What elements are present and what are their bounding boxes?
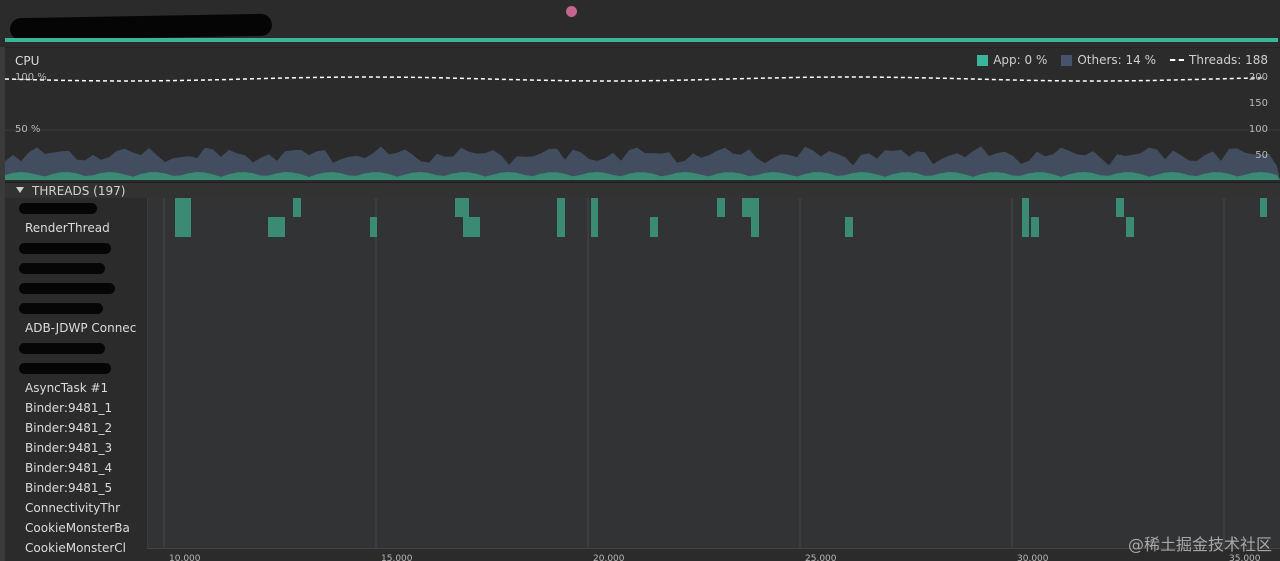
thread-activity-block (268, 217, 285, 237)
thread-activity-block (742, 198, 759, 217)
event-timeline-strip[interactable] (0, 0, 1280, 47)
thread-activity-block (175, 198, 191, 237)
thread-name[interactable]: ADB-JDWP Connec (25, 318, 136, 338)
threads-title: THREADS (197) (32, 184, 126, 198)
watermark: @稀土掘金技术社区 (1127, 535, 1272, 554)
time-tick-label: 35.000 (1229, 554, 1261, 561)
time-tick-label: 15.000 (381, 554, 413, 561)
redacted-thread-name (19, 283, 115, 294)
legend-threads-label: Threads: 188 (1189, 53, 1268, 67)
thread-activity-block (455, 198, 469, 217)
redacted-thread-name (19, 363, 111, 374)
thread-name[interactable]: ConnectivityThr (25, 498, 120, 518)
left-axis-label-100: 100 % (15, 72, 47, 83)
left-axis-label-50: 50 % (15, 124, 41, 135)
thread-name[interactable]: CookieMonsterBa (25, 518, 130, 538)
legend-others: Others: 14 % (1061, 53, 1156, 67)
redacted-thread-name (19, 243, 111, 254)
time-tick-label: 25.000 (805, 554, 837, 561)
thread-name[interactable]: Binder:9481_3 (25, 438, 112, 458)
threads-section-header[interactable]: THREADS (197) (5, 182, 1280, 198)
thread-activity-block (463, 217, 480, 237)
legend-app: App: 0 % (977, 53, 1047, 67)
thread-activity-block (370, 217, 377, 237)
thread-activity-block (1126, 217, 1134, 237)
legend-threads: Threads: 188 (1170, 53, 1268, 67)
thread-name-list[interactable]: RenderThread ADB-JDWP Connec AsyncTask #1 B… (5, 198, 147, 561)
thread-activity-block (557, 198, 565, 237)
cpu-title: CPU (15, 54, 40, 68)
thread-name[interactable]: AsyncTask #1 (25, 378, 108, 398)
right-axis-label-200: 200 (1248, 72, 1268, 83)
app-swatch-icon (977, 54, 989, 66)
cpu-usage-graph (5, 76, 1280, 180)
thread-name[interactable]: Binder:9481_2 (25, 418, 112, 438)
legend-app-label: App: 0 % (993, 53, 1048, 67)
cpu-legend: App: 0 % Others: 14 % Threads: 188 (963, 53, 1268, 67)
right-axis-label-50: 50 (1255, 150, 1268, 161)
thread-activity-timeline[interactable] (147, 198, 1280, 561)
thread-activity-block (591, 198, 598, 237)
legend-others-label: Others: 14 % (1077, 53, 1157, 67)
thread-activity-block (1031, 217, 1039, 237)
thread-name[interactable]: Binder:9481_4 (25, 458, 112, 478)
thread-activity-block (751, 217, 759, 237)
thread-name[interactable]: RenderThread (25, 218, 110, 238)
thread-activity-block (1022, 198, 1029, 237)
redacted-scribble (9, 13, 273, 41)
thread-activity-block (1116, 198, 1124, 217)
time-axis: 10.000 15.000 20.000 25.000 30.000 35.000 (147, 548, 1280, 561)
app-session-bar[interactable] (5, 38, 1278, 42)
thread-name[interactable]: CookieMonsterCl (25, 538, 126, 558)
redacted-thread-name (19, 343, 105, 354)
thread-name[interactable]: Binder:9481_5 (25, 478, 112, 498)
thread-activity-block (1260, 198, 1267, 217)
app-area (5, 172, 1280, 180)
dashed-line-icon (1170, 59, 1185, 61)
redacted-thread-name (19, 303, 103, 314)
others-swatch-icon (1061, 54, 1073, 66)
right-axis-label-100: 100 (1248, 124, 1268, 135)
thread-name[interactable]: Binder:9481_1 (25, 398, 112, 418)
time-tick-label: 10.000 (169, 554, 201, 561)
thread-activity-block (650, 217, 658, 237)
thread-activity-block (845, 217, 853, 237)
event-marker-dot[interactable] (566, 6, 577, 17)
redacted-thread-name (19, 263, 105, 274)
thread-activity-chart (163, 198, 1267, 548)
collapse-triangle-icon[interactable] (16, 187, 24, 193)
right-axis-label-150: 150 (1248, 98, 1268, 109)
redacted-thread-name (19, 203, 97, 214)
time-tick-label: 30.000 (1017, 554, 1049, 561)
thread-activity-block (717, 198, 725, 217)
thread-activity-block (293, 198, 301, 217)
time-tick-label: 20.000 (593, 554, 625, 561)
cpu-monitor-panel[interactable]: CPU 100 % 50 % 200 150 100 50 App: 0 % O… (5, 47, 1280, 182)
threads-count-line (5, 76, 1266, 82)
